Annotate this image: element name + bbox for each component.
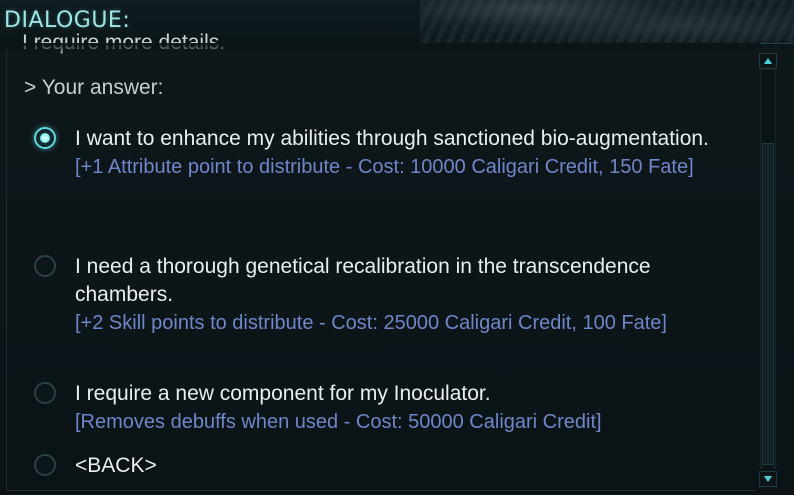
option-label: I want to enhance my abilities through s… — [75, 127, 709, 150]
option-text-block[interactable]: I need a thorough genetical recalibratio… — [75, 253, 750, 337]
option-detail: [+2 Skill points to distribute - Cost: 2… — [75, 312, 667, 334]
radio-unselected-icon[interactable] — [34, 255, 56, 277]
header-artwork — [420, 0, 794, 44]
dialogue-option-augmentation[interactable]: I want to enhance my abilities through s… — [34, 125, 749, 235]
radio-dot — [40, 133, 50, 143]
scroll-up-button[interactable] — [759, 53, 777, 69]
dialogue-scrollbar[interactable] — [759, 53, 777, 487]
radio-selected-icon[interactable] — [34, 127, 56, 149]
option-label: I need a thorough genetical recalibratio… — [75, 255, 651, 306]
option-text-block[interactable]: I want to enhance my abilities through s… — [75, 125, 750, 181]
dialogue-panel: I require more details. > Your answer: I… — [0, 31, 794, 495]
scroll-down-button[interactable] — [759, 471, 777, 487]
back-label: <BACK> — [75, 454, 157, 477]
dialogue-option-back[interactable]: <BACK> — [34, 452, 749, 482]
option-detail: [+1 Attribute point to distribute - Cost… — [75, 156, 694, 178]
arrow-down-icon — [764, 476, 772, 482]
arrow-up-icon — [764, 58, 772, 64]
radio-unselected-icon[interactable] — [34, 382, 56, 404]
option-label: I require a new component for my Inocula… — [75, 382, 491, 405]
radio-unselected-icon[interactable] — [34, 454, 56, 476]
scroll-thumb[interactable] — [762, 143, 774, 465]
option-detail: [Removes debuffs when used - Cost: 50000… — [75, 411, 602, 433]
dialogue-option-inoculator[interactable]: I require a new component for my Inocula… — [34, 380, 749, 438]
answer-prompt: > Your answer: — [24, 76, 164, 99]
clip-fade — [0, 43, 760, 55]
dialogue-option-recalibration[interactable]: I need a thorough genetical recalibratio… — [34, 253, 749, 363]
option-text-block[interactable]: I require a new component for my Inocula… — [75, 380, 750, 436]
option-text-block[interactable]: <BACK> — [75, 452, 750, 480]
dialogue-title: DIALOGUE: — [4, 8, 131, 33]
